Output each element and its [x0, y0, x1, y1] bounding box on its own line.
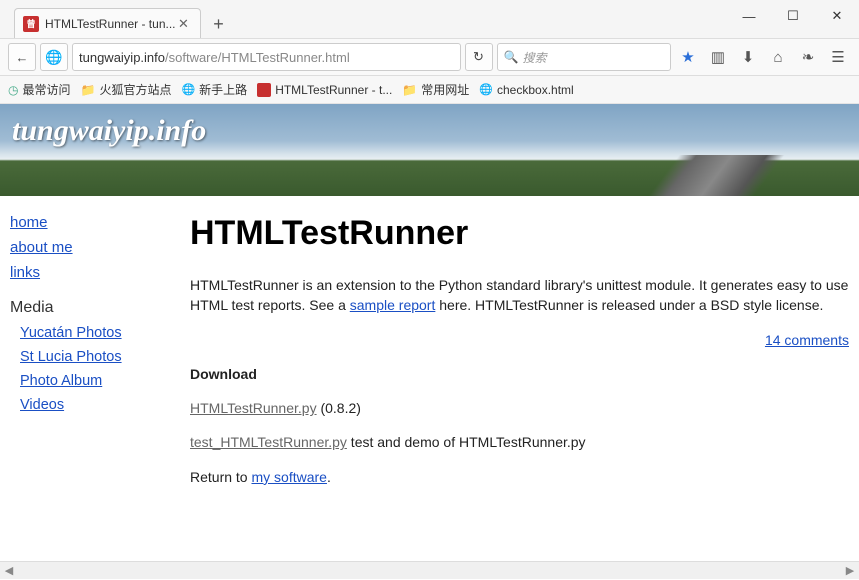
- minimize-button[interactable]: —: [727, 2, 771, 30]
- bookmark-label: 新手上路: [199, 81, 247, 98]
- downloads-icon[interactable]: ⬇: [735, 44, 761, 70]
- folder-icon: 📁: [81, 83, 96, 97]
- download-heading: Download: [190, 364, 849, 384]
- bookmark-label: checkbox.html: [497, 83, 574, 97]
- sidebar-link-photoalbum[interactable]: Photo Album: [20, 373, 170, 389]
- sidebar-link-yucatan[interactable]: Yucatán Photos: [20, 325, 170, 341]
- scroll-right-arrow[interactable]: ▶: [841, 562, 859, 580]
- globe-icon: 🌐: [181, 83, 195, 96]
- pocket-icon[interactable]: ❧: [795, 44, 821, 70]
- bookmark-htmltestrunner[interactable]: HTMLTestRunner - t...: [257, 83, 392, 97]
- globe-icon: 🌐: [479, 83, 493, 96]
- bookmark-firefox-official[interactable]: 📁火狐官方站点: [81, 81, 172, 98]
- page-viewport: tungwaiyip.info home about me links Medi…: [0, 104, 859, 561]
- url-path: /software/HTMLTestRunner.html: [165, 50, 350, 65]
- sidebar-link-stlucia[interactable]: St Lucia Photos: [20, 349, 170, 365]
- sample-report-link[interactable]: sample report: [350, 297, 436, 313]
- close-window-button[interactable]: ✕: [815, 2, 859, 30]
- my-software-link[interactable]: my software: [251, 469, 326, 485]
- bookmark-checkbox[interactable]: 🌐 checkbox.html: [479, 83, 573, 97]
- comments-line: 14 comments: [190, 330, 849, 350]
- sidebar-link-links[interactable]: links: [10, 264, 170, 281]
- intro-paragraph: HTMLTestRunner is an extension to the Py…: [190, 275, 849, 316]
- bookmark-star-icon[interactable]: ★: [675, 44, 701, 70]
- download-link-test[interactable]: test_HTMLTestRunner.py: [190, 434, 347, 450]
- sidebar-link-about[interactable]: about me: [10, 239, 170, 256]
- search-placeholder: 搜索: [522, 49, 546, 66]
- url-bar[interactable]: tungwaiyip.info/software/HTMLTestRunner.…: [72, 43, 461, 71]
- main-content: HTMLTestRunner HTMLTestRunner is an exte…: [170, 214, 849, 501]
- site-title: tungwaiyip.info: [12, 114, 206, 148]
- home-icon[interactable]: ⌂: [765, 44, 791, 70]
- bookmark-label: 最常访问: [22, 81, 70, 98]
- search-bar[interactable]: 🔍 搜索: [497, 43, 672, 71]
- site-identity-icon[interactable]: 🌐: [40, 43, 68, 71]
- horizontal-scrollbar[interactable]: ◀ ▶: [0, 561, 859, 579]
- bookmark-label: 火狐官方站点: [99, 81, 171, 98]
- url-host: tungwaiyip.info: [79, 50, 165, 65]
- library-icon[interactable]: ▥: [705, 44, 731, 70]
- back-button[interactable]: ←: [8, 43, 36, 71]
- bookmark-label: HTMLTestRunner - t...: [275, 83, 392, 97]
- titlebar: 曾 HTMLTestRunner - tun... ✕ + — ☐ ✕: [0, 0, 859, 38]
- page-body: home about me links Media Yucatán Photos…: [0, 196, 859, 501]
- return-line: Return to my software.: [190, 467, 849, 487]
- navbar: ← 🌐 tungwaiyip.info/software/HTMLTestRun…: [0, 38, 859, 76]
- download-version: (0.8.2): [317, 400, 361, 416]
- bookmark-getting-started[interactable]: 🌐 新手上路: [181, 81, 247, 98]
- banner: tungwaiyip.info: [0, 104, 859, 196]
- close-tab-icon[interactable]: ✕: [176, 16, 192, 32]
- window-controls: — ☐ ✕: [727, 2, 859, 30]
- favicon-icon: [257, 83, 271, 97]
- scroll-left-arrow[interactable]: ◀: [0, 562, 18, 580]
- download-link-main[interactable]: HTMLTestRunner.py: [190, 400, 317, 416]
- return-text: Return to: [190, 469, 251, 485]
- bookmarks-bar: ◷最常访问 📁火狐官方站点 🌐新手上路 HTMLTestRunner - t..…: [0, 76, 859, 104]
- download-item-2: test_HTMLTestRunner.py test and demo of …: [190, 432, 849, 452]
- intro-text-2: here. HTMLTestRunner is released under a…: [435, 297, 823, 313]
- sidebar-media-heading: Media: [10, 299, 170, 317]
- tab-favicon: 曾: [23, 16, 39, 32]
- bookmark-most-visited[interactable]: ◷ 最常访问: [8, 81, 71, 98]
- search-icon: 🔍: [504, 50, 519, 64]
- bookmark-common-urls[interactable]: 📁 常用网址: [402, 81, 469, 98]
- sidebar-link-home[interactable]: home: [10, 214, 170, 231]
- return-period: .: [327, 469, 331, 485]
- banner-road: [515, 155, 859, 196]
- download-desc: test and demo of HTMLTestRunner.py: [347, 434, 586, 450]
- reload-button[interactable]: ↻: [465, 43, 493, 71]
- page-heading: HTMLTestRunner: [190, 214, 849, 253]
- comments-link[interactable]: 14 comments: [765, 332, 849, 348]
- sidebar-link-videos[interactable]: Videos: [20, 397, 170, 413]
- browser-tab[interactable]: 曾 HTMLTestRunner - tun... ✕: [14, 8, 201, 38]
- download-item-1: HTMLTestRunner.py (0.8.2): [190, 398, 849, 418]
- tab-title: HTMLTestRunner - tun...: [45, 17, 176, 31]
- maximize-button[interactable]: ☐: [771, 2, 815, 30]
- menu-icon[interactable]: ☰: [825, 44, 851, 70]
- sidebar: home about me links Media Yucatán Photos…: [10, 214, 170, 501]
- bookmark-label: 常用网址: [421, 81, 469, 98]
- history-icon: ◷: [8, 83, 18, 97]
- new-tab-button[interactable]: +: [205, 10, 233, 38]
- folder-icon: 📁: [402, 83, 417, 97]
